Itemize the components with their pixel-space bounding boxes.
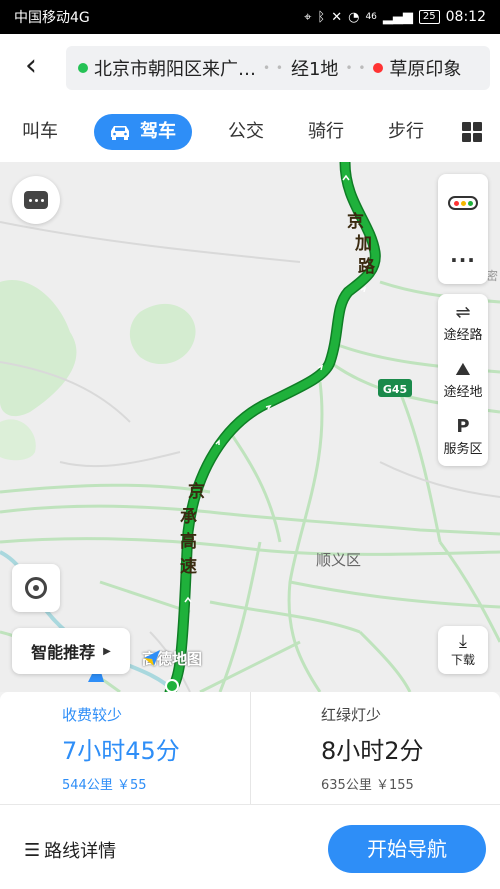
- route-tag: 收费较少: [62, 706, 123, 724]
- via-road-icon: ⇌: [455, 302, 471, 323]
- clock: 08:12: [445, 9, 486, 25]
- service-area-button[interactable]: P 服务区: [443, 408, 482, 465]
- start-navigation-button[interactable]: 开始导航: [328, 825, 486, 873]
- smart-recommend-label: 智能推荐: [31, 643, 96, 662]
- wifi-icon: ◔: [348, 9, 360, 25]
- route-options-panel: ⇌ 途经路 ⛰ 途经地 P 服务区: [438, 294, 488, 466]
- tab-taxi[interactable]: 叫车: [22, 114, 58, 150]
- bottom-bar: ☰ 路线详情 开始导航: [0, 804, 500, 889]
- location-icon: ⌖: [304, 9, 312, 25]
- route-duration: 8小时2分: [321, 737, 424, 765]
- separator-dots-icon: • •: [345, 61, 367, 75]
- route-details-button[interactable]: ☰ 路线详情: [24, 837, 116, 863]
- triangle-right-icon: ▶: [103, 645, 111, 657]
- destination-dot-icon: [373, 63, 384, 73]
- battery-icon: 25: [418, 10, 440, 24]
- separator-dots-icon: • •: [263, 61, 284, 75]
- map-view[interactable]: 京 加 路 京 承 高 速 G45 顺义区 密 ··· ⇌ 途经路 ⛰ 途经地 …: [0, 162, 500, 692]
- route-end-marker: [165, 679, 179, 692]
- via-road-label: 途经路: [443, 328, 483, 343]
- road-label-jingjia: 京: [347, 211, 364, 232]
- car-icon: [111, 126, 129, 140]
- route-details-label: 路线详情: [44, 841, 117, 862]
- smart-recommend-button[interactable]: 智能推荐 ▶: [12, 628, 130, 674]
- via-place-button[interactable]: ⛰ 途经地: [443, 351, 482, 408]
- amap-logo-icon: [144, 650, 160, 666]
- origin-dot-icon: [78, 63, 88, 73]
- locate-button[interactable]: [12, 564, 60, 612]
- carrier-label: 中国移动4G: [14, 10, 90, 26]
- signal-icon: ▂▄▆: [382, 9, 413, 25]
- back-arrow-icon[interactable]: ‹: [14, 50, 48, 84]
- more-dots-icon[interactable]: ···: [450, 248, 476, 272]
- parking-icon: P: [456, 416, 470, 437]
- map-canvas: 京 加 路 京 承 高 速 G45 顺义区 密: [0, 162, 500, 692]
- route-toll: ￥155: [375, 778, 414, 793]
- route-distance: 635公里: [321, 778, 372, 793]
- road-label-jingcheng: 速: [180, 556, 197, 577]
- destination-label: 草原印象: [389, 59, 462, 80]
- road-label-jingcheng: 承: [180, 507, 197, 527]
- tab-drive[interactable]: 驾车: [94, 114, 192, 150]
- traffic-light-icon[interactable]: [448, 196, 478, 210]
- amap-logo: 高德地图: [142, 648, 202, 669]
- route-header: ‹ 北京市朝阳区来广… • • 经1地 • • 草原印象 叫车 驾车 公交 骑行…: [0, 34, 500, 162]
- map-pin-icon: ⛰: [455, 359, 471, 380]
- network-label: 46: [365, 12, 377, 22]
- origin-label: 北京市朝阳区来广…: [94, 59, 256, 80]
- park-area: [0, 280, 77, 417]
- message-button[interactable]: [12, 176, 60, 224]
- bluetooth-icon: ᛒ: [317, 9, 326, 25]
- park-area: [129, 303, 196, 365]
- status-bar: 中国移动4G ⌖ ᛒ ✕ ◔ 46 ▂▄▆ 25 08:12: [0, 0, 500, 34]
- route-tag: 红绿灯少: [321, 706, 382, 724]
- list-icon: ☰: [24, 839, 41, 861]
- highway-shield-label: G45: [383, 383, 407, 396]
- via-road-button[interactable]: ⇌ 途经路: [443, 294, 482, 351]
- route-meta: 635公里 ￥155: [321, 774, 500, 793]
- mute-icon: ✕: [331, 9, 343, 25]
- locate-crosshair-icon: [25, 577, 47, 599]
- service-area-label: 服务区: [443, 442, 483, 457]
- route-distance: 544公里: [62, 778, 113, 793]
- download-label: 下载: [450, 652, 475, 667]
- route-summary-box[interactable]: 北京市朝阳区来广… • • 经1地 • • 草原印象: [66, 46, 490, 90]
- route-card[interactable]: 红绿灯少 8小时2分 635公里 ￥155: [250, 692, 500, 804]
- waypoint-label: 经1地: [290, 59, 339, 80]
- route-card[interactable]: 收费较少 7小时45分 544公里 ￥55: [0, 692, 250, 804]
- tab-drive-label: 驾车: [140, 121, 176, 142]
- transport-tabs: 叫车 驾车 公交 骑行 步行: [0, 110, 500, 154]
- district-label: 顺义区: [316, 551, 361, 569]
- tab-transit[interactable]: 公交: [228, 114, 264, 150]
- more-modes-grid-icon[interactable]: [462, 122, 482, 142]
- road-label-jingjia: 路: [358, 256, 376, 277]
- download-icon: ⤓: [459, 630, 467, 652]
- download-button[interactable]: ⤓ 下载: [438, 626, 488, 674]
- route-meta: 544公里 ￥55: [62, 774, 250, 793]
- park-area: [0, 419, 36, 461]
- road-label-jingcheng: 高: [180, 531, 197, 552]
- road-label-jingjia: 加: [354, 234, 372, 254]
- map-tools-panel: ···: [438, 174, 488, 284]
- route-direction-arrows: [184, 174, 367, 603]
- chat-bubble-icon: [24, 191, 48, 209]
- via-place-label: 途经地: [443, 385, 483, 400]
- tab-cycling[interactable]: 骑行: [308, 114, 344, 150]
- route-toll: ￥55: [116, 778, 147, 793]
- status-icons: ⌖ ᛒ ✕ ◔ 46 ▂▄▆ 25 08:12: [304, 9, 486, 25]
- route-duration: 7小时45分: [62, 737, 180, 765]
- road-label-jingcheng: 京: [188, 481, 205, 502]
- tab-walking[interactable]: 步行: [388, 114, 424, 150]
- route-options: 收费较少 7小时45分 544公里 ￥55 红绿灯少 8小时2分 635公里 ￥…: [0, 692, 500, 804]
